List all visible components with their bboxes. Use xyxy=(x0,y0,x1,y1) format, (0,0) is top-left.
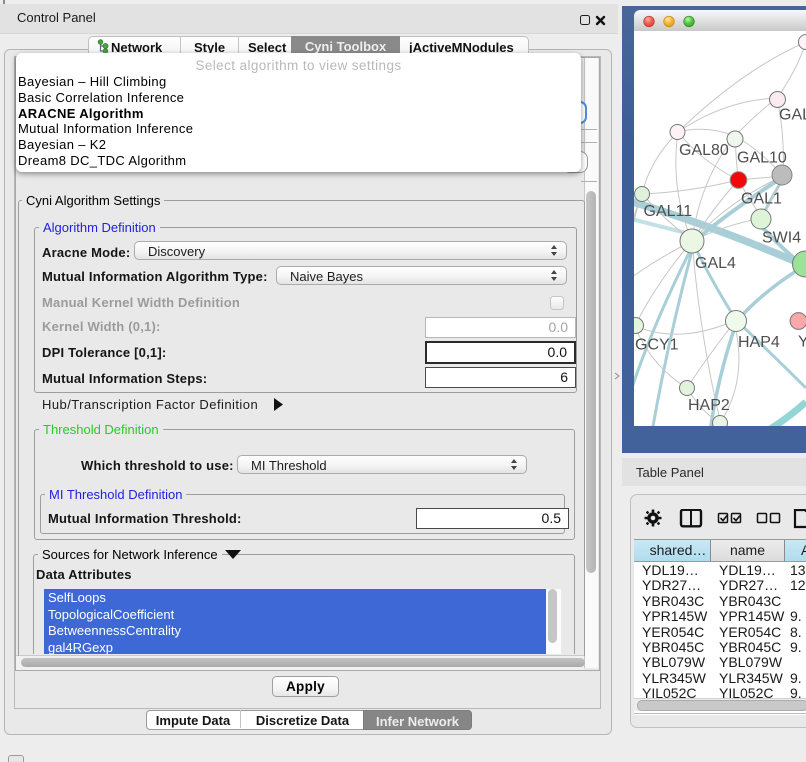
svg-text:SWI4: SWI4 xyxy=(762,230,801,247)
svg-text:YE: YE xyxy=(798,334,806,351)
svg-text:GAL4: GAL4 xyxy=(695,255,736,272)
svg-text:GAL10: GAL10 xyxy=(737,150,787,167)
svg-text:GCY1: GCY1 xyxy=(635,337,679,354)
svg-text:GAL1: GAL1 xyxy=(741,191,782,208)
svg-text:GAL11: GAL11 xyxy=(644,203,693,220)
svg-text:GAL80: GAL80 xyxy=(679,142,729,159)
svg-text:GAL7: GAL7 xyxy=(779,107,806,124)
svg-text:HAP4: HAP4 xyxy=(738,334,780,351)
svg-text:HAP2: HAP2 xyxy=(688,397,730,414)
